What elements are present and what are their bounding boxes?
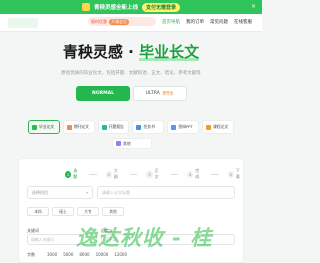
chevron-down-icon: ▾ — [85, 190, 88, 195]
step-divider — [211, 173, 219, 175]
step-label: 选题 — [73, 168, 78, 179]
step-5: 5 下载 — [227, 168, 243, 180]
wordcount-option[interactable]: 5000 — [63, 252, 73, 257]
step-divider — [170, 173, 178, 175]
step-label: 下载 — [235, 168, 240, 179]
page-subtitle: 原创优质的毕业论文，包括开题、文献综述、正文、结论、参考文献等 — [61, 71, 201, 76]
banner-cta[interactable]: 支付无需登录 — [142, 2, 181, 12]
category-label: 任务书 — [143, 124, 155, 129]
vip-tag: 开通会员 — [109, 18, 129, 25]
wordcount-label: 字数 — [27, 252, 35, 257]
wordcount-option[interactable]: 3000 — [47, 252, 57, 257]
category-label: 课程论文 — [213, 124, 229, 129]
course-icon — [206, 124, 212, 130]
step-3: 3 正文 — [146, 168, 161, 180]
category-proposal[interactable]: 开题报告 — [97, 120, 130, 134]
step-indicator: 1 选题 2 大纲 3 正文 4 完成 5 下载 — [65, 168, 243, 180]
category-label: 答辩PPT — [178, 124, 193, 129]
close-icon[interactable]: × — [251, 3, 256, 10]
step-1: 1 选题 — [65, 168, 80, 180]
mode-ultra-label: ULTRA — [145, 91, 160, 96]
step-divider — [89, 173, 97, 175]
category-journal[interactable]: 期刊论文 — [62, 120, 95, 134]
step-4: 4 完成 — [186, 168, 202, 180]
mode-ultra-tag: 更专业 — [161, 91, 175, 96]
vip-promo[interactable]: 限时优惠 开通会员 — [88, 17, 156, 26]
mode-normal-button[interactable]: NORMAL — [76, 86, 130, 101]
journal-icon — [66, 124, 72, 130]
gift-icon — [81, 3, 90, 11]
wordcount-options: 3000 5000 8000 10000 12000 — [47, 252, 127, 257]
subject-select-value: 选择科目 — [32, 189, 48, 195]
level-chip[interactable]: 其他 — [102, 207, 124, 216]
other-icon — [116, 141, 121, 146]
subject-select[interactable]: 选择科目 ▾ — [27, 186, 93, 199]
category-thesis[interactable]: 毕业论文 — [28, 120, 60, 134]
page-title: 青秧灵感 · 毕业长文 — [0, 41, 262, 62]
level-chip[interactable]: 大专 — [77, 207, 99, 216]
ppt-icon — [171, 124, 177, 130]
top-banner[interactable]: 青秧灵感全新上线 支付无需登录 × — [0, 0, 262, 14]
category-label: 期刊论文 — [73, 124, 90, 129]
level-chip[interactable]: 硕士 — [52, 207, 74, 216]
category-label: 其他 — [123, 140, 131, 146]
step-label: 完成 — [195, 168, 200, 179]
proposal-icon — [101, 124, 107, 130]
mode-ultra-button[interactable]: ULTRA 更专业 — [133, 86, 187, 101]
step-number: 5 — [227, 170, 234, 178]
vip-text: 限时优惠 — [91, 18, 107, 24]
nav-item-support[interactable]: 在线客服 — [234, 19, 252, 25]
header: 限时优惠 开通会员 首页导航 我的订单 常见问题 在线客服 — [0, 14, 262, 32]
step-label: 大纲 — [113, 168, 118, 179]
watermark: 逸达秋收 - 桂 — [76, 226, 213, 250]
category-course[interactable]: 课程论文 — [202, 120, 234, 134]
category-task[interactable]: 任务书 — [132, 120, 165, 134]
nav-menu: 首页导航 我的订单 常见问题 在线客服 — [162, 19, 252, 25]
wordcount-option[interactable]: 12000 — [114, 252, 127, 257]
step-number: 3 — [146, 170, 153, 178]
task-icon — [136, 124, 142, 130]
nav-item-orders[interactable]: 我的订单 — [186, 19, 204, 25]
category-other[interactable]: 其他 — [112, 138, 152, 149]
title-input[interactable]: 请输入论文标题 — [97, 186, 235, 199]
step-number: 1 — [65, 170, 72, 178]
category-row: 毕业论文 期刊论文 开题报告 任务书 答辩PPT 课程论文 — [28, 120, 234, 134]
wordcount-option[interactable]: 10000 — [96, 252, 109, 257]
step-number: 2 — [105, 170, 112, 178]
title-prefix: 青秧灵感 · — [62, 43, 140, 61]
level-chip[interactable]: 本科 — [27, 207, 49, 216]
category-label: 开题报告 — [108, 124, 124, 129]
step-label: 正文 — [154, 168, 159, 179]
nav-item-home[interactable]: 首页导航 — [162, 19, 180, 25]
wordcount-option[interactable]: 8000 — [79, 252, 89, 257]
level-chips: 本科 硕士 大专 其他 — [27, 207, 124, 216]
thesis-icon — [32, 124, 37, 130]
banner-message: 青秧灵感全新上线 — [93, 5, 138, 11]
step-number: 4 — [186, 170, 194, 178]
step-divider — [130, 173, 138, 175]
category-ppt[interactable]: 答辩PPT — [167, 120, 200, 134]
category-label: 毕业论文 — [39, 124, 55, 129]
logo[interactable] — [8, 17, 38, 28]
step-2: 2 大纲 — [105, 168, 121, 180]
nav-item-faq[interactable]: 常见问题 — [210, 19, 228, 25]
title-highlight: 毕业长文 — [139, 43, 200, 61]
